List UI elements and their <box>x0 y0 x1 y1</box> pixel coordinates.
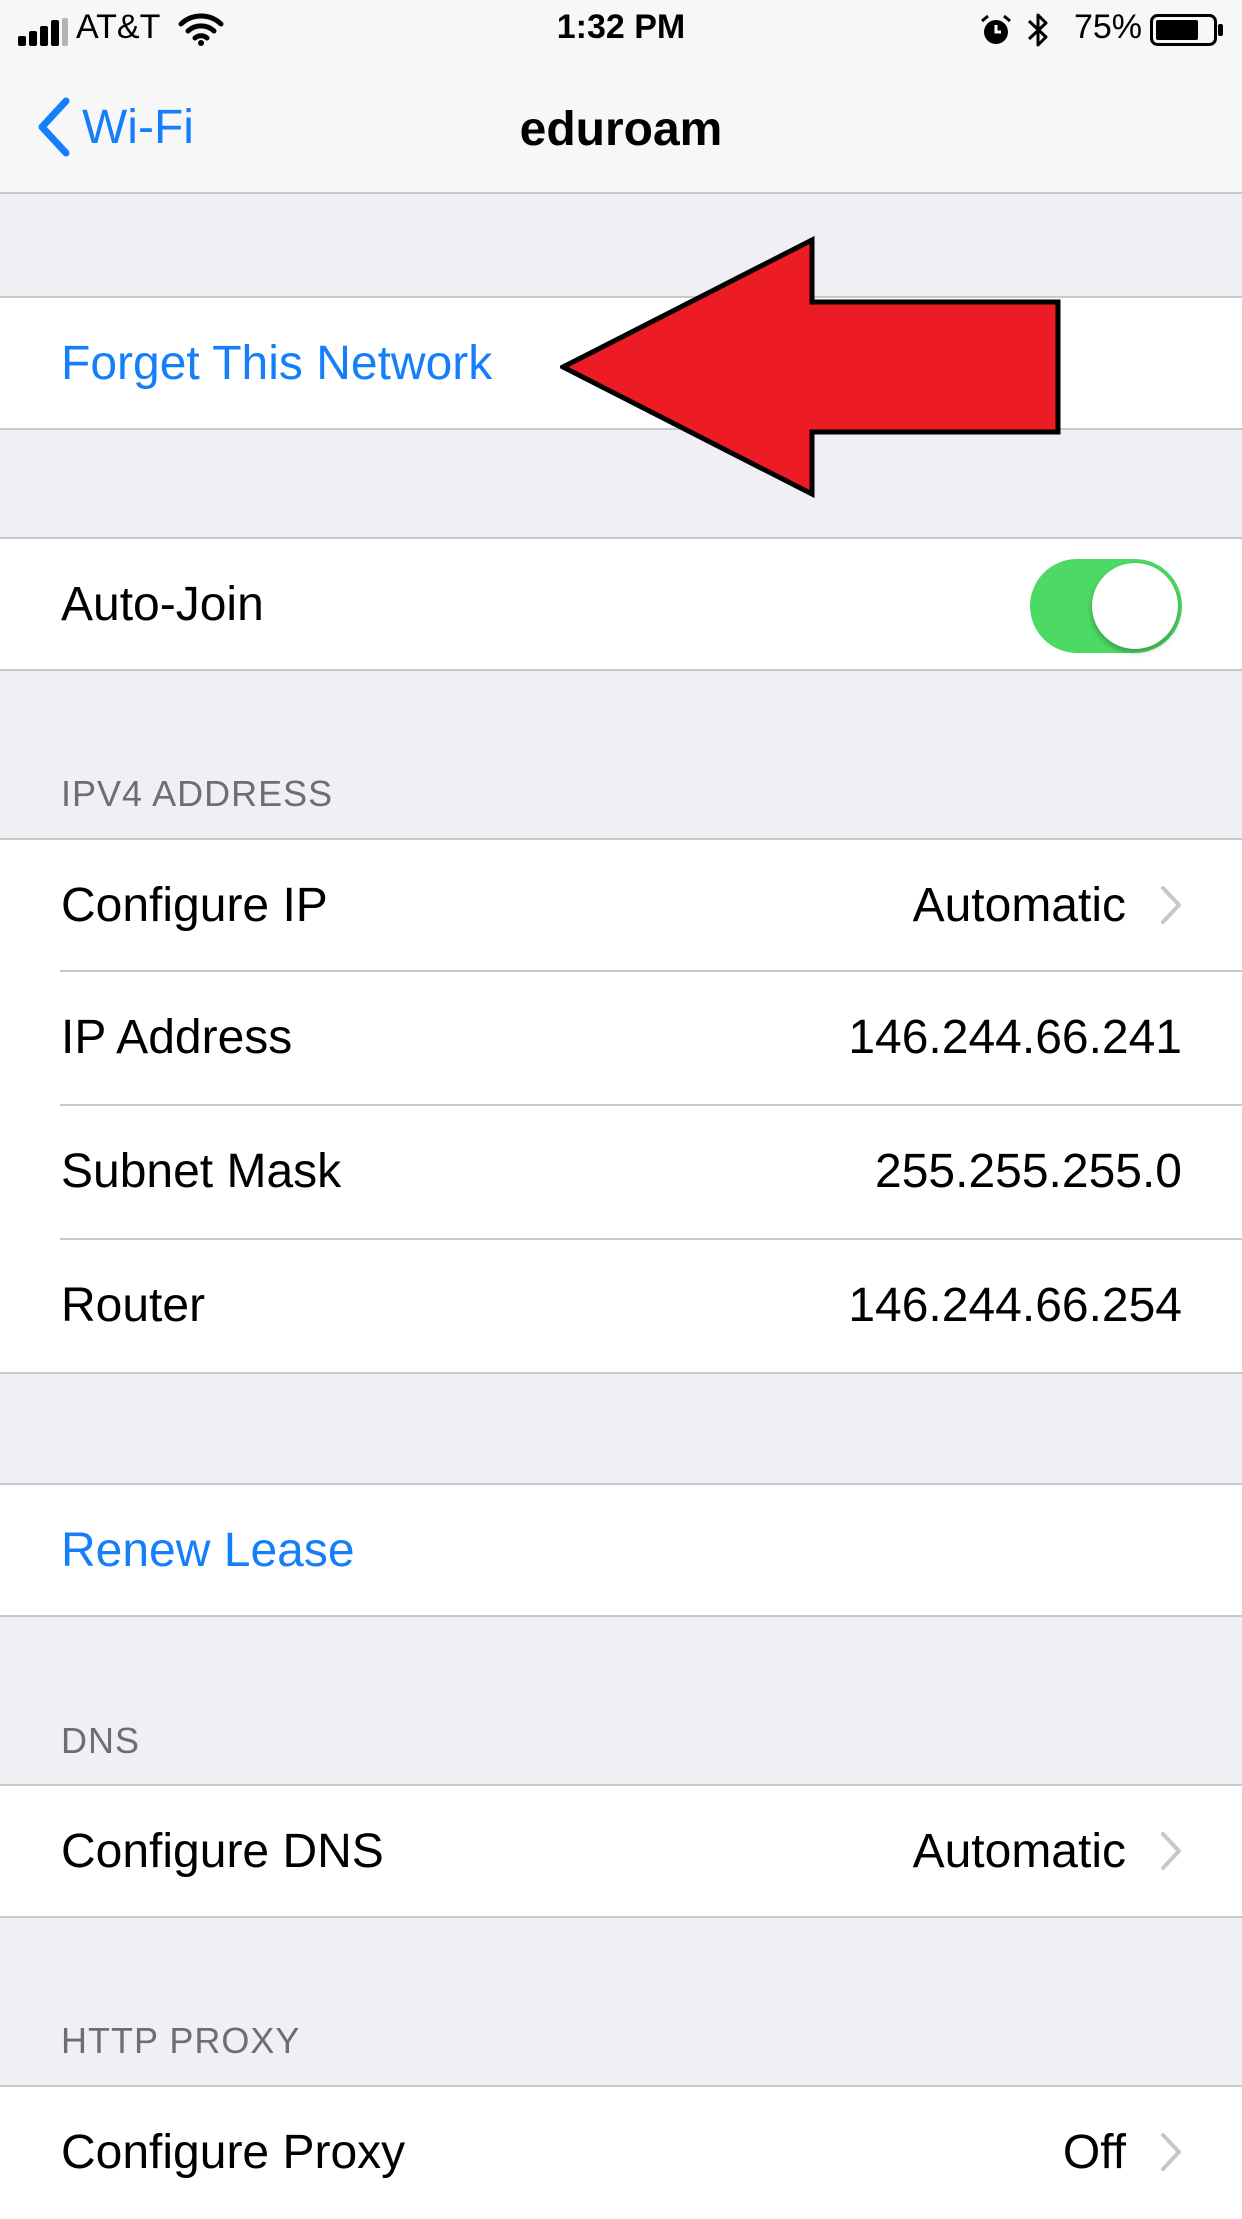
dns-section-header: DNS <box>61 1720 141 1761</box>
status-bar: AT&T 1:32 PM 75% <box>0 0 1242 60</box>
configure-dns-value: Automatic <box>912 1825 1126 1878</box>
router-value: 146.244.66.254 <box>848 1279 1182 1332</box>
alarm-icon <box>981 14 1011 44</box>
annotation-arrow-icon <box>560 236 1061 498</box>
chevron-right-icon <box>1161 2133 1181 2171</box>
configure-dns-label: Configure DNS <box>61 1825 384 1878</box>
configure-ip-row[interactable]: Configure IP Automatic <box>0 838 1242 972</box>
forget-network-label: Forget This Network <box>61 337 493 390</box>
ipv4-section-header: IPV4 ADDRESS <box>61 773 334 814</box>
status-time: 1:32 PM <box>556 8 686 46</box>
chevron-right-icon <box>1161 886 1181 924</box>
battery-icon <box>1150 14 1223 46</box>
renew-lease-button[interactable]: Renew Lease <box>0 1483 1242 1617</box>
auto-join-label: Auto-Join <box>61 578 264 631</box>
page-title: eduroam <box>519 103 723 156</box>
subnet-mask-label: Subnet Mask <box>61 1145 342 1198</box>
router-row: Router 146.244.66.254 <box>0 1240 1242 1374</box>
configure-ip-label: Configure IP <box>61 879 328 932</box>
auto-join-row: Auto-Join <box>0 537 1242 671</box>
configure-proxy-row[interactable]: Configure Proxy Off <box>0 2085 1242 2219</box>
ip-address-label: IP Address <box>61 1011 293 1064</box>
router-label: Router <box>61 1279 206 1332</box>
chevron-right-icon <box>1161 1832 1181 1870</box>
battery-percent: 75% <box>1073 8 1142 46</box>
toggle-knob <box>1092 563 1178 649</box>
http-proxy-section-header: HTTP PROXY <box>61 2020 301 2061</box>
ip-address-row: IP Address 146.244.66.241 <box>0 972 1242 1106</box>
configure-dns-row[interactable]: Configure DNS Automatic <box>0 1784 1242 1918</box>
configure-proxy-value: Off <box>1062 2126 1126 2179</box>
configure-proxy-label: Configure Proxy <box>61 2126 406 2179</box>
auto-join-toggle[interactable] <box>1030 559 1182 653</box>
renew-lease-label: Renew Lease <box>61 1524 355 1577</box>
subnet-mask-value: 255.255.255.0 <box>875 1145 1182 1198</box>
configure-ip-value: Automatic <box>912 879 1126 932</box>
subnet-mask-row: Subnet Mask 255.255.255.0 <box>0 1106 1242 1240</box>
bluetooth-icon <box>1027 13 1048 47</box>
ip-address-value: 146.244.66.241 <box>848 1011 1182 1064</box>
navigation-bar: Wi-Fi eduroam <box>0 60 1242 194</box>
